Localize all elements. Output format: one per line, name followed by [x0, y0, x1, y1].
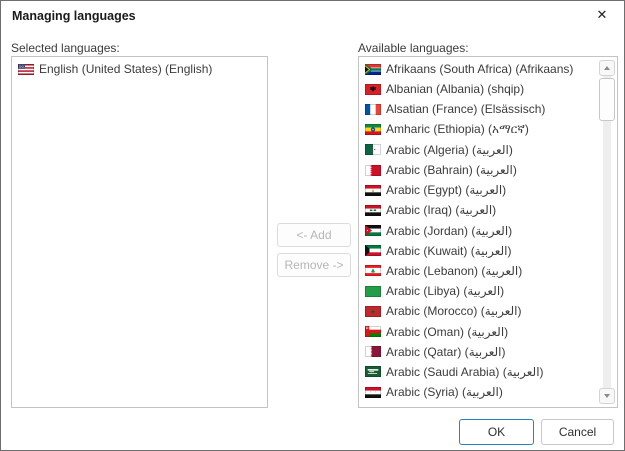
remove-button[interactable]: Remove ->	[277, 253, 351, 277]
list-item-label: Arabic (Algeria) (العربية)	[386, 143, 513, 157]
close-icon[interactable]: ✕	[593, 6, 611, 24]
list-item[interactable]: Arabic (Kuwait) (العربية)	[359, 241, 597, 261]
tunisia-flag-icon	[365, 407, 381, 408]
triangle-down-icon	[604, 394, 610, 398]
list-item[interactable]: Arabic (Saudi Arabia) (العربية)	[359, 362, 597, 382]
iraq-flag-icon	[365, 205, 381, 216]
list-item-label: Arabic (Saudi Arabia) (العربية)	[386, 365, 544, 379]
qatar-flag-icon	[365, 346, 381, 357]
libya-flag-icon	[365, 286, 381, 297]
list-item-label: English (United States) (English)	[39, 62, 212, 76]
list-item-label: Arabic (Libya) (العربية)	[386, 284, 504, 298]
oman-flag-icon	[365, 326, 381, 337]
list-item-label: Arabic (Morocco) (العربية)	[386, 304, 521, 318]
list-item-label: Arabic (Jordan) (العربية)	[386, 224, 512, 238]
scroll-down-button[interactable]	[599, 388, 615, 404]
list-item-label: Alsatian (France) (Elsässisch)	[386, 102, 545, 116]
scrollbar[interactable]	[599, 59, 615, 405]
list-item[interactable]: Arabic (Tunisia) (العربية)	[359, 402, 597, 408]
list-item[interactable]: Arabic (Jordan) (العربية)	[359, 221, 597, 241]
list-item[interactable]: Arabic (Libya) (العربية)	[359, 281, 597, 301]
list-item-label: Arabic (Bahrain) (العربية)	[386, 163, 517, 177]
scroll-up-button[interactable]	[599, 60, 615, 76]
kuwait-flag-icon	[365, 245, 381, 256]
ok-button[interactable]: OK	[459, 419, 534, 445]
selected-languages-list[interactable]: English (United States) (English)	[11, 56, 268, 408]
list-item[interactable]: Arabic (Algeria) (العربية)	[359, 140, 597, 160]
us-flag-icon	[18, 64, 34, 75]
list-item-label: Amharic (Ethiopia) (አማርኛ)	[386, 122, 529, 137]
cancel-button[interactable]: Cancel	[541, 419, 614, 445]
lebanon-flag-icon	[365, 265, 381, 276]
list-item-label: Afrikaans (South Africa) (Afrikaans)	[386, 62, 573, 76]
list-item[interactable]: Arabic (Syria) (العربية)	[359, 382, 597, 402]
list-item[interactable]: Arabic (Iraq) (العربية)	[359, 200, 597, 220]
selected-languages-label: Selected languages:	[11, 41, 120, 55]
list-item-label: Albanian (Albania) (shqip)	[386, 82, 524, 96]
list-item-label: Arabic (Lebanon) (العربية)	[386, 264, 522, 278]
triangle-up-icon	[604, 66, 610, 70]
available-languages-label: Available languages:	[358, 41, 469, 55]
jordan-flag-icon	[365, 225, 381, 236]
available-languages-list[interactable]: Afrikaans (South Africa) (Afrikaans) Alba…	[358, 56, 618, 408]
list-item-label: Arabic (Tunisia) (العربية)	[386, 405, 514, 408]
list-item-label: Arabic (Syria) (العربية)	[386, 385, 503, 399]
list-item[interactable]: Arabic (Qatar) (العربية)	[359, 342, 597, 362]
add-button[interactable]: <- Add	[277, 223, 351, 247]
list-item[interactable]: Arabic (Egypt) (العربية)	[359, 180, 597, 200]
list-item[interactable]: Arabic (Morocco) (العربية)	[359, 301, 597, 321]
morocco-flag-icon	[365, 306, 381, 317]
list-item[interactable]: Alsatian (France) (Elsässisch)	[359, 99, 597, 119]
south-africa-flag-icon	[365, 64, 381, 75]
list-item-label: Arabic (Oman) (العربية)	[386, 325, 508, 339]
list-item-label: Arabic (Egypt) (العربية)	[386, 183, 506, 197]
albania-flag-icon	[365, 84, 381, 95]
list-item[interactable]: Amharic (Ethiopia) (አማርኛ)	[359, 120, 597, 140]
bahrain-flag-icon	[365, 165, 381, 176]
france-flag-icon	[365, 104, 381, 115]
dialog-title: Managing languages	[12, 9, 136, 23]
ethiopia-flag-icon	[365, 124, 381, 135]
managing-languages-dialog: Managing languages ✕ Selected languages:…	[0, 0, 625, 451]
algeria-flag-icon	[365, 144, 381, 155]
syria-flag-icon	[365, 387, 381, 398]
list-item[interactable]: English (United States) (English)	[12, 59, 267, 79]
list-item[interactable]: Arabic (Lebanon) (العربية)	[359, 261, 597, 281]
list-item-label: Arabic (Qatar) (العربية)	[386, 345, 505, 359]
egypt-flag-icon	[365, 185, 381, 196]
list-item[interactable]: Afrikaans (South Africa) (Afrikaans)	[359, 59, 597, 79]
list-item-label: Arabic (Kuwait) (العربية)	[386, 244, 511, 258]
list-item-label: Arabic (Iraq) (العربية)	[386, 203, 496, 217]
list-item[interactable]: Arabic (Bahrain) (العربية)	[359, 160, 597, 180]
list-item[interactable]: Arabic (Oman) (العربية)	[359, 321, 597, 341]
list-item[interactable]: Albanian (Albania) (shqip)	[359, 79, 597, 99]
scrollbar-thumb[interactable]	[599, 78, 615, 121]
saudi-arabia-flag-icon	[365, 366, 381, 377]
